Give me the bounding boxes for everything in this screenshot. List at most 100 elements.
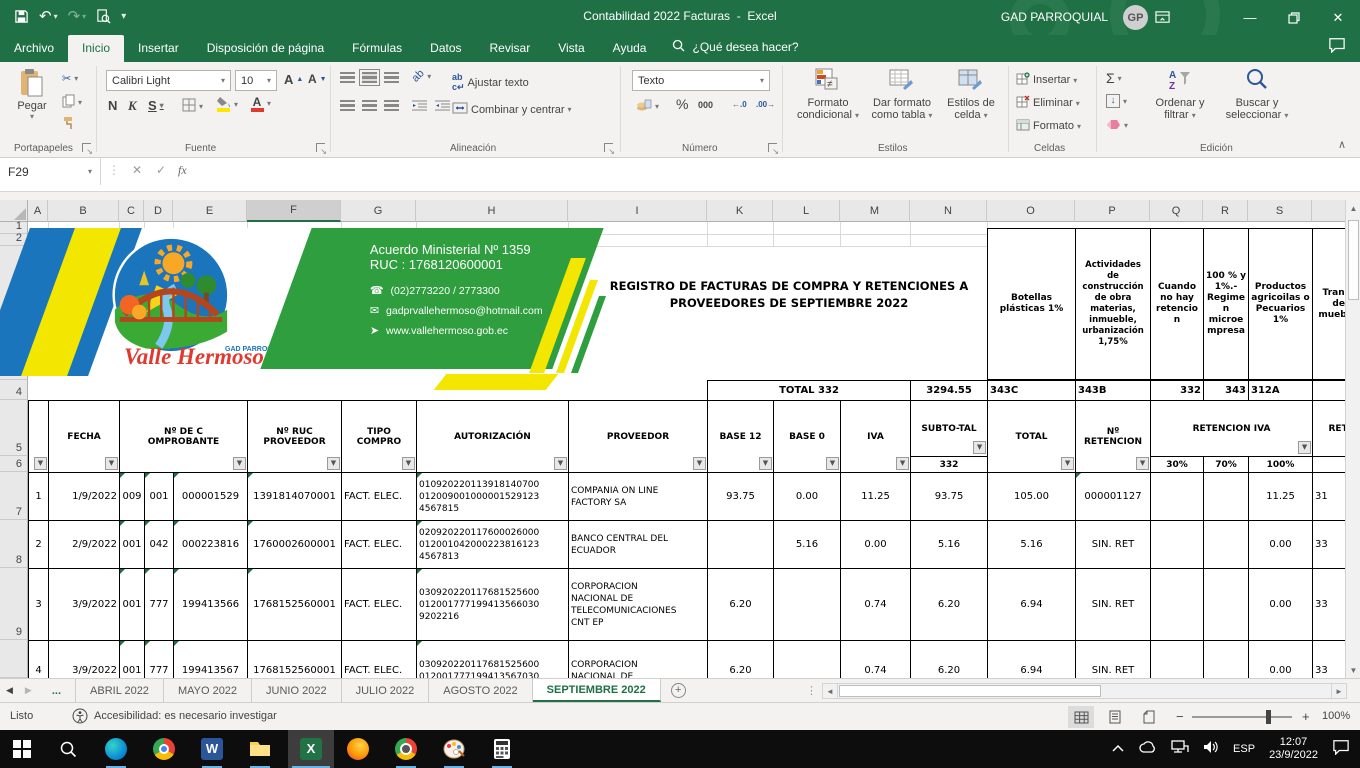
sheet-tab-abril[interactable]: ABRIL 2022 (76, 679, 164, 702)
edge-icon[interactable] (104, 737, 128, 761)
top-header-botellas[interactable]: Botellas plásticas 1% (987, 228, 1076, 380)
sheet-nav-right[interactable]: ▶ (19, 679, 38, 702)
sheet-nav-left[interactable]: ◀ (0, 679, 19, 702)
cell-code-343c[interactable]: 343C (988, 381, 1076, 401)
volume-icon[interactable] (1203, 740, 1219, 759)
filter-button[interactable]: ▼ (327, 457, 340, 470)
cell-autorizacion[interactable]: 030920220117681525600 012001777199413567… (417, 641, 569, 679)
sort-filter-button[interactable]: AZ Ordenar y filtrar ▾ (1146, 68, 1214, 122)
sheet-tab-junio[interactable]: JUNIO 2022 (252, 679, 342, 702)
cell-base0[interactable] (774, 569, 841, 641)
cell-ret30[interactable] (1151, 521, 1204, 569)
tab-disposicion[interactable]: Disposición de página (193, 35, 338, 62)
autosum-button[interactable]: Σ▾ (1106, 70, 1122, 86)
cell-secuencial[interactable]: 199413567 (174, 641, 248, 679)
insert-cells-button[interactable]: Insertar▾ (1016, 72, 1077, 88)
cell-ret30[interactable] (1151, 473, 1204, 521)
row-header-4[interactable]: 4 (0, 380, 28, 400)
filter-button[interactable]: ▼ (896, 457, 909, 470)
action-center-icon[interactable] (1332, 739, 1350, 760)
zoom-level[interactable]: 100% (1322, 710, 1350, 722)
font-size-select[interactable]: 10▾ (235, 70, 277, 91)
column-header-n[interactable]: N (910, 200, 987, 222)
cell-ret70[interactable] (1204, 473, 1249, 521)
cell-ret30[interactable] (1151, 569, 1204, 641)
header-comprobante[interactable]: Nº DE C OMPROBANTE▼ (120, 401, 248, 473)
portapapeles-dialog-launcher[interactable] (82, 143, 91, 152)
insert-function-button[interactable]: fx (178, 163, 187, 178)
align-right-icon[interactable] (384, 100, 399, 111)
row-header-5[interactable]: 5 (0, 400, 28, 456)
copy-button[interactable]: ▾ (62, 94, 82, 111)
network-icon[interactable] (1171, 740, 1189, 759)
vertical-scroll-thumb[interactable] (1348, 220, 1359, 300)
scroll-down-arrow[interactable]: ▼ (1346, 662, 1360, 678)
fill-button[interactable]: ↓▾ (1106, 94, 1127, 108)
row-header-8[interactable]: 8 (0, 520, 28, 568)
view-page-layout-button[interactable] (1102, 706, 1128, 728)
column-header-c[interactable]: C (119, 200, 144, 222)
cell-code-332[interactable]: 332 (1151, 381, 1204, 401)
chrome-icon[interactable] (152, 737, 176, 761)
sheet-tab-mayo[interactable]: MAYO 2022 (164, 679, 252, 702)
horizontal-scrollbar[interactable]: ◄ ► (822, 683, 1347, 699)
column-header-o[interactable]: O (987, 200, 1075, 222)
cell-num-retencion[interactable]: SIN. RET (1076, 569, 1151, 641)
tab-vista[interactable]: Vista (544, 35, 598, 62)
cell-base0[interactable]: 0.00 (774, 473, 841, 521)
cell-total[interactable]: 6.94 (988, 569, 1076, 641)
column-header-e[interactable]: E (173, 200, 247, 222)
cell-serie2[interactable]: 777 (145, 569, 174, 641)
accounting-format-button[interactable]: ▾ (636, 98, 659, 115)
cell-tipo[interactable]: FACT. ELEC. (342, 473, 417, 521)
filter-button[interactable]: ▼ (105, 457, 118, 470)
align-bottom-icon[interactable] (384, 72, 399, 83)
header-num-retencion[interactable]: Nº RETENCION▼ (1076, 401, 1151, 473)
cell-ruc[interactable]: 1760002600001 (248, 521, 342, 569)
new-sheet-button[interactable]: + (661, 679, 696, 702)
view-normal-button[interactable] (1068, 706, 1094, 728)
align-middle-icon[interactable] (362, 72, 377, 83)
cell-iva[interactable]: 0.74 (841, 641, 911, 679)
alineacion-dialog-launcher[interactable] (604, 143, 613, 152)
cell-base12[interactable]: 6.20 (708, 641, 774, 679)
header-fecha[interactable]: FECHA▼ (49, 401, 120, 473)
view-page-break-button[interactable] (1136, 706, 1162, 728)
increase-font-icon[interactable]: A▲ (284, 72, 303, 87)
column-header-f[interactable]: F (247, 200, 341, 222)
cell-autorizacion[interactable]: 020920220117600026000 012001042000223816… (417, 521, 569, 569)
wrap-text-button[interactable]: abc↵Ajustar texto (452, 72, 529, 93)
cell-styles-button[interactable]: Estilos de celda ▾ (940, 68, 1002, 122)
header-tipo[interactable]: TIPO COMPRO▼ (342, 401, 417, 473)
column-header-k[interactable]: K (707, 200, 773, 222)
percent-style-button[interactable]: % (676, 96, 688, 112)
column-header-a[interactable]: A (28, 200, 48, 222)
cell-ret70[interactable] (1204, 521, 1249, 569)
cell-subtotal[interactable]: 6.20 (911, 569, 988, 641)
comment-icon[interactable] (1328, 37, 1346, 58)
underline-button[interactable]: S▾ (148, 98, 164, 113)
tab-inicio[interactable]: Inicio (68, 35, 124, 62)
cell-ret100[interactable]: 0.00 (1249, 521, 1313, 569)
increase-decimal-button[interactable]: ←.0 (732, 100, 747, 109)
taskbar-search-icon[interactable] (56, 737, 80, 761)
align-left-icon[interactable] (340, 100, 355, 111)
cell-proveedor[interactable]: CORPORACION NACIONAL DE (569, 641, 708, 679)
clear-button[interactable]: ▾ (1106, 118, 1128, 133)
cell-ruc[interactable]: 1391814070001 (248, 473, 342, 521)
name-box[interactable]: F29▾ (0, 158, 101, 185)
header-base12[interactable]: BASE 12▼ (708, 401, 774, 473)
format-painter-button[interactable] (62, 116, 75, 133)
subheader-70[interactable]: 70% (1204, 457, 1249, 473)
horizontal-scroll-thumb[interactable] (839, 685, 1101, 697)
column-header-l[interactable]: L (773, 200, 840, 222)
cell-total[interactable]: 105.00 (988, 473, 1076, 521)
cell-base12[interactable]: 93.75 (708, 473, 774, 521)
subheader-100[interactable]: 100% (1249, 457, 1313, 473)
header-subtotal[interactable]: SUBTO-TAL▼ (911, 401, 988, 457)
column-header-d[interactable]: D (144, 200, 173, 222)
number-format-select[interactable]: Texto▾ (632, 70, 770, 91)
cell-proveedor[interactable]: CORPORACION NACIONAL DE TELECOMUNICACION… (569, 569, 708, 641)
accessibility-status[interactable]: Accesibilidad: es necesario investigar (94, 710, 277, 722)
cell-base12[interactable] (708, 521, 774, 569)
